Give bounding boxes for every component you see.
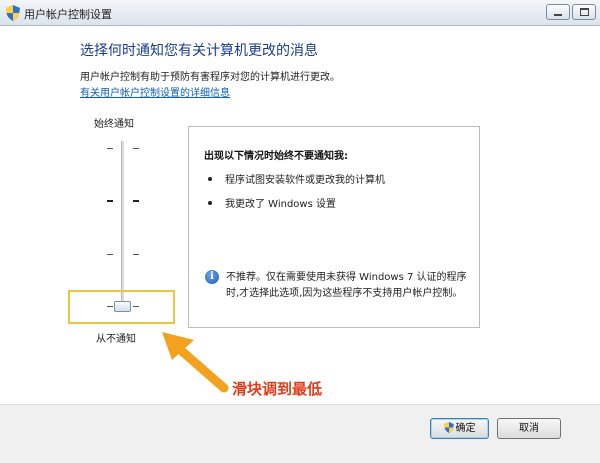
slider-track[interactable]: [121, 141, 124, 311]
slider-tick: [133, 200, 139, 202]
page-description: 用户帐户控制有助于预防有害程序对您的计算机进行更改。: [80, 72, 340, 83]
maximize-button[interactable]: [572, 4, 596, 20]
ok-button[interactable]: 确定: [430, 418, 489, 439]
uac-shield-icon: [443, 422, 454, 433]
info-icon: i: [205, 270, 219, 284]
slider-tick: [107, 254, 113, 255]
cancel-button[interactable]: 取消: [497, 418, 561, 439]
slider-top-label: 始终通知: [94, 119, 134, 130]
page-heading: 选择何时通知您有关计算机更改的消息: [80, 43, 318, 59]
minimize-button[interactable]: [546, 4, 570, 20]
bullet-dot: [208, 201, 212, 205]
uac-details-link[interactable]: 有关用户帐户控制设置的详细信息: [80, 84, 230, 99]
slider-highlight-box: [68, 290, 175, 324]
panel-note: 不推荐。仅在需要使用未获得 Windows 7 认证的程序时,才选择此选项,因为…: [226, 272, 467, 299]
slider-tick: [133, 254, 139, 255]
annotation-arrow-icon: [162, 332, 229, 393]
window-title: 用户帐户控制设置: [24, 8, 112, 21]
ok-button-label: 确定: [455, 423, 476, 434]
panel-title: 出现以下情况时始终不要通知我:: [204, 151, 348, 162]
uac-shield-icon: [6, 5, 20, 21]
slider-bottom-label: 从不通知: [96, 334, 136, 345]
slider-tick: [107, 148, 113, 149]
maximize-icon: [580, 8, 589, 16]
panel-bullet: 程序试图安装软件或更改我的计算机: [225, 175, 385, 186]
minimize-icon: [554, 14, 562, 16]
bullet-dot: [208, 177, 212, 181]
annotation-text: 滑块调到最低: [232, 380, 323, 398]
title-bar: 用户帐户控制设置: [0, 0, 600, 26]
slider-tick: [107, 200, 113, 202]
slider-tick: [133, 148, 139, 149]
panel-bullet: 我更改了 Windows 设置: [225, 199, 336, 210]
